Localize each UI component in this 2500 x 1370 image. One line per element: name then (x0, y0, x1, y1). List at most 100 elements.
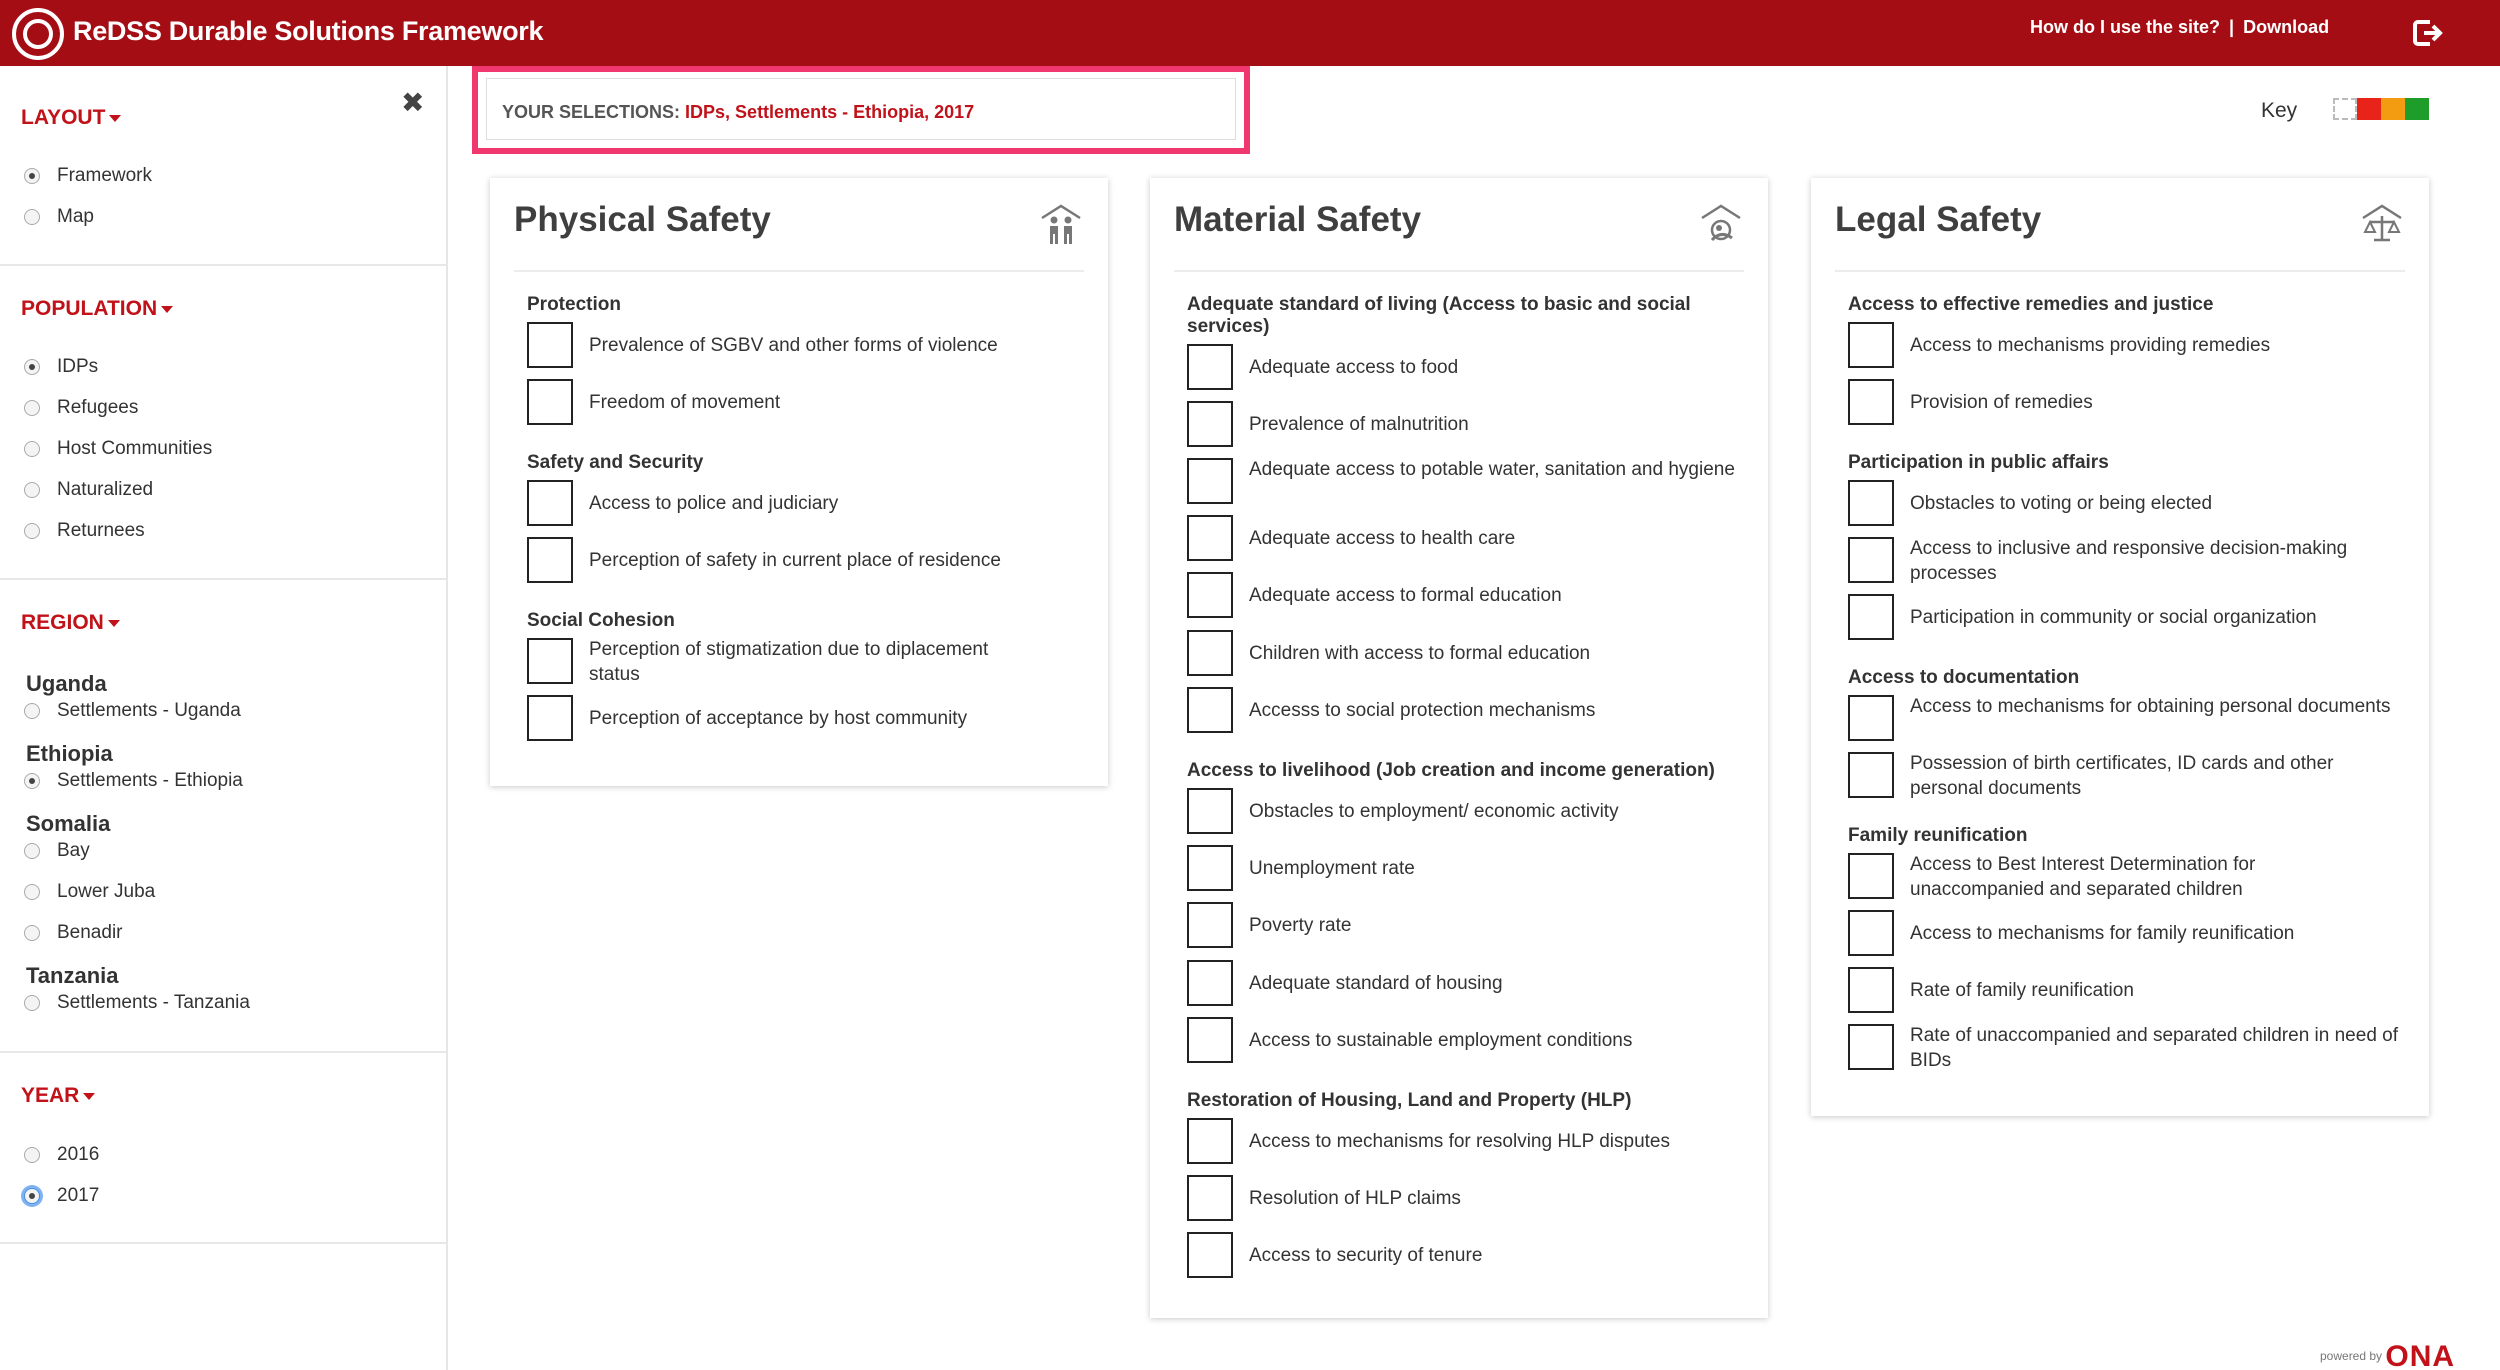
link-separator: | (2229, 17, 2235, 37)
indicator-box[interactable] (1848, 537, 1894, 583)
indicator-box[interactable] (527, 537, 573, 583)
panel-divider (514, 270, 1084, 272)
region-country-tanzania: Tanzania (26, 963, 119, 988)
group-title: Access to effective remedies and justice (1848, 294, 2214, 315)
indicator-box[interactable] (1187, 960, 1233, 1006)
indicator-box[interactable] (1187, 1232, 1233, 1278)
indicator-box[interactable] (1187, 1017, 1233, 1063)
close-icon[interactable]: ✖ (401, 86, 424, 119)
indicator-label: Provision of remedies (1910, 392, 2093, 413)
indicator-box[interactable] (527, 695, 573, 741)
selections-label: YOUR SELECTIONS: (502, 102, 681, 122)
radio-button[interactable] (24, 482, 40, 498)
year-title: YEAR (21, 1084, 80, 1107)
indicator-box[interactable] (1848, 480, 1894, 526)
indicator-box[interactable] (1848, 379, 1894, 425)
radio-button[interactable] (24, 1188, 40, 1204)
indicator-box[interactable] (527, 322, 573, 368)
indicator-box[interactable] (1848, 910, 1894, 956)
indicator-box[interactable] (527, 379, 573, 425)
population-title: POPULATION (21, 297, 158, 320)
indicator-box[interactable] (1848, 967, 1894, 1013)
indicator-box[interactable] (1187, 845, 1233, 891)
layout-section-toggle[interactable]: LAYOUT (21, 106, 122, 130)
caret-down-icon (161, 305, 174, 313)
indicator-box[interactable] (1848, 695, 1894, 741)
radio-button[interactable] (24, 703, 40, 719)
radio-button[interactable] (24, 400, 40, 416)
region-section-toggle[interactable]: REGION (21, 611, 120, 635)
option-label: 2017 (57, 1185, 100, 1206)
radio-button[interactable] (24, 441, 40, 457)
panel-title: Physical Safety (514, 200, 771, 239)
indicator-box[interactable] (1187, 630, 1233, 676)
population-section-toggle[interactable]: POPULATION (21, 297, 174, 321)
header-links: How do I use the site? | Download (2030, 17, 2329, 38)
ona-logo: ONA (2385, 1340, 2456, 1370)
indicator-box[interactable] (1187, 515, 1233, 561)
radio-button[interactable] (24, 884, 40, 900)
indicator-box[interactable] (1187, 344, 1233, 390)
option-label: Lower Juba (57, 881, 156, 902)
indicator-box[interactable] (1187, 401, 1233, 447)
radio-button[interactable] (24, 359, 40, 375)
option-label: Returnees (57, 520, 145, 541)
divider (0, 264, 446, 266)
indicator-label: Children with access to formal education (1249, 643, 1591, 664)
layout-title: LAYOUT (21, 106, 106, 129)
indicator-box[interactable] (1187, 788, 1233, 834)
radio-button[interactable] (24, 843, 40, 859)
region-title: REGION (21, 611, 104, 634)
indicator-label: Access to mechanisms for resolving HLP d… (1249, 1131, 1670, 1152)
year-section-toggle[interactable]: YEAR (21, 1084, 96, 1108)
indicator-box[interactable] (527, 638, 573, 684)
app-title[interactable]: ReDSS Durable Solutions Framework (73, 16, 544, 47)
option-label: Framework (57, 165, 153, 186)
radio-button[interactable] (24, 925, 40, 941)
indicator-box[interactable] (1187, 902, 1233, 948)
download-link[interactable]: Download (2243, 17, 2329, 37)
radio-button[interactable] (24, 773, 40, 789)
indicator-box[interactable] (1187, 1118, 1233, 1164)
indicator-box[interactable] (1187, 687, 1233, 733)
indicator-box[interactable] (1848, 853, 1894, 899)
region-country-uganda: Uganda (26, 671, 107, 696)
indicator-label: Access to security of tenure (1249, 1245, 1483, 1266)
panel-legal-safety: Legal Safety Access to effective remedie… (1811, 178, 2429, 1116)
indicator-label: Access to mechanisms for family reunific… (1910, 923, 2295, 944)
logout-icon[interactable] (2410, 16, 2444, 50)
indicator-label: Access to sustainable employment conditi… (1249, 1030, 1633, 1051)
radio-button[interactable] (24, 995, 40, 1011)
group-title: Access to documentation (1848, 667, 2080, 688)
indicator-box[interactable] (1848, 322, 1894, 368)
radio-button[interactable] (24, 523, 40, 539)
indicator-box[interactable] (1187, 572, 1233, 618)
indicator-box[interactable] (1848, 594, 1894, 640)
filter-sidebar: ✖ LAYOUT Framework Map POPULATION IDPs R… (0, 66, 448, 1370)
indicator-box[interactable] (1848, 1024, 1894, 1070)
indicator-label: Freedom of movement (589, 392, 781, 413)
selections-box: YOUR SELECTIONS: IDPs, Settlements - Eth… (472, 66, 1250, 154)
radio-button[interactable] (24, 209, 40, 225)
indicator-box[interactable] (1187, 458, 1233, 504)
indicator-label: Resolution of HLP claims (1249, 1188, 1461, 1209)
indicator-box[interactable] (1187, 1175, 1233, 1221)
indicator-label: Prevalence of malnutrition (1249, 414, 1469, 435)
radio-button[interactable] (24, 1147, 40, 1163)
redss-logo-icon[interactable] (12, 8, 64, 60)
powered-by-credit[interactable]: powered by ONA (2320, 1340, 2455, 1370)
option-label: Settlements - Ethiopia (57, 770, 243, 791)
radio-button[interactable] (24, 168, 40, 184)
panel-title: Legal Safety (1835, 200, 2042, 239)
indicator-box[interactable] (527, 480, 573, 526)
help-link[interactable]: How do I use the site? (2030, 17, 2220, 37)
top-bar: ReDSS Durable Solutions Framework How do… (0, 0, 2500, 66)
option-label: IDPs (57, 356, 99, 377)
indicator-label: Poverty rate (1249, 915, 1352, 936)
option-label: Host Communities (57, 438, 213, 459)
shelter-icon (1701, 204, 1741, 242)
panel-divider (1174, 270, 1744, 272)
indicator-label: Adequate standard of housing (1249, 973, 1503, 994)
indicator-box[interactable] (1848, 752, 1894, 798)
option-label: 2016 (57, 1144, 100, 1165)
